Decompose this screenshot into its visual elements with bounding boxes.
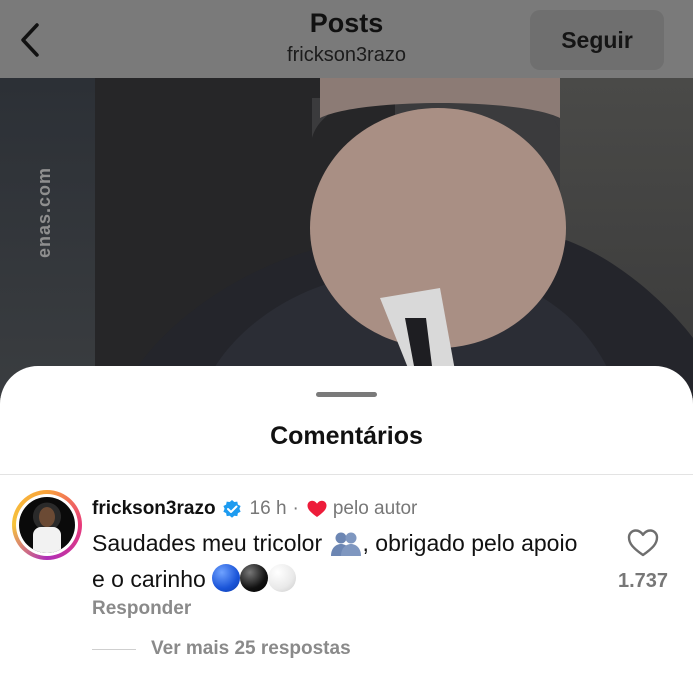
- comments-sheet: Comentários frickson3razo 16 h · pelo au…: [0, 366, 693, 675]
- media-watermark: enas.com: [34, 166, 54, 258]
- avatar-head: [39, 507, 55, 527]
- divider: [0, 474, 693, 475]
- comment-text-part: Saudades meu tricolor: [92, 530, 323, 556]
- reply-button[interactable]: Responder: [92, 598, 191, 620]
- view-more-replies-button[interactable]: Ver mais 25 respostas: [151, 638, 351, 660]
- black-circle-icon: [240, 564, 269, 592]
- video-frame-person: [120, 78, 693, 398]
- liked-by-author-label: pelo autor: [332, 498, 418, 519]
- sheet-grabber[interactable]: [316, 392, 377, 397]
- divider: [92, 649, 136, 650]
- sheet-title: Comentários: [270, 422, 423, 450]
- comment-username[interactable]: frickson3razo: [92, 498, 216, 520]
- comment-time: 16 h: [249, 498, 287, 519]
- comment-text: Saudades meu tricolor , obrigado pelo ap…: [92, 528, 592, 594]
- white-circle-icon: [268, 564, 297, 592]
- meta-separator: ·: [292, 498, 299, 519]
- avatar-image: [19, 497, 75, 553]
- like-button[interactable]: [627, 528, 659, 560]
- heart-filled-icon: [307, 500, 327, 518]
- people-emoji-icon: [329, 531, 363, 564]
- heart-outline-icon: [627, 529, 659, 557]
- avatar[interactable]: [12, 490, 82, 560]
- blue-circle-icon: [212, 564, 241, 592]
- follow-button[interactable]: Seguir: [530, 10, 664, 70]
- verified-badge-icon: [222, 499, 242, 519]
- post-header: Posts frickson3razo Seguir: [0, 0, 693, 78]
- avatar-frame: [16, 494, 78, 556]
- post-media[interactable]: enas.com: [0, 78, 693, 398]
- comment-meta: frickson3razo 16 h · pelo autor: [92, 496, 417, 522]
- like-count: 1.737: [617, 570, 669, 592]
- avatar-shirt: [33, 527, 61, 553]
